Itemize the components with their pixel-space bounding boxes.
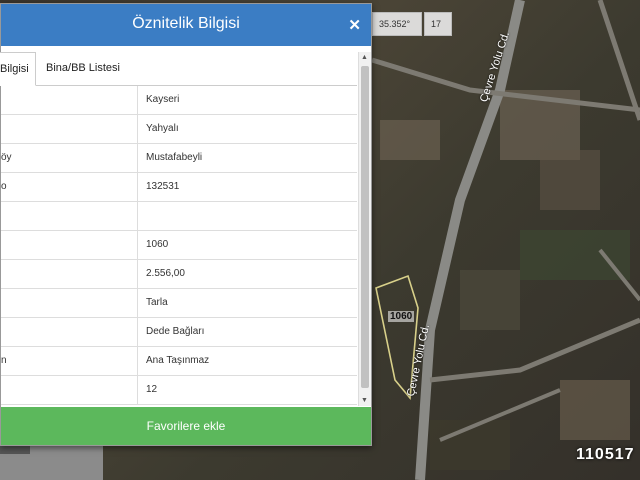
attribute-key — [1, 289, 138, 318]
attribute-key — [1, 202, 138, 231]
zoom-level: 17 — [424, 12, 452, 36]
tab-info[interactable]: Bilgisi — [0, 52, 36, 86]
close-icon[interactable]: ✕ — [348, 16, 361, 34]
attribute-value: Kayseri — [146, 94, 180, 105]
attribute-value: 132531 — [146, 181, 180, 192]
table-row: n Ana Taşınmaz — [1, 347, 357, 376]
attribute-key — [1, 115, 138, 144]
table-row: Tarla — [1, 289, 357, 318]
table-row — [1, 202, 357, 231]
attribute-table: Kayseri Yahyalı öy Mustafabeyli o 132531 1060 2… — [1, 86, 357, 406]
attribute-key — [1, 86, 138, 115]
table-row: Yahyalı — [1, 115, 357, 144]
scrollbar[interactable]: ▲ ▼ — [358, 52, 371, 406]
tab-bar: Bilgisi Bina/BB Listesi — [0, 52, 357, 86]
attribute-key — [1, 318, 138, 347]
table-row: öy Mustafabeyli — [1, 144, 357, 173]
scroll-down-icon[interactable]: ▼ — [361, 397, 368, 404]
attribute-value: Yahyalı — [146, 123, 179, 134]
table-row: Dede Bağları — [1, 318, 357, 347]
tab-building-list[interactable]: Bina/BB Listesi — [46, 52, 146, 86]
scroll-up-icon[interactable]: ▲ — [361, 54, 368, 61]
table-row: 12 — [1, 376, 357, 405]
attribute-key: öy — [1, 144, 138, 173]
scroll-thumb[interactable] — [361, 66, 369, 388]
attribute-key: n — [1, 347, 138, 376]
attribute-info-dialog: Öznitelik Bilgisi ✕ Bilgisi Bina/BB List… — [0, 3, 372, 446]
attribute-value: Tarla — [146, 297, 168, 308]
attribute-value: Ana Taşınmaz — [146, 355, 210, 366]
listing-id: 110517 — [576, 446, 635, 463]
attribute-value: Dede Bağları — [146, 326, 205, 337]
attribute-key: o — [1, 173, 138, 202]
attribute-value: 2.556,00 — [146, 268, 185, 279]
dialog-header: Öznitelik Bilgisi ✕ — [1, 4, 371, 46]
table-row: Kayseri — [1, 86, 357, 115]
attribute-key — [1, 260, 138, 289]
attribute-value: 12 — [146, 384, 158, 395]
parcel-number-label[interactable]: 1060 — [388, 311, 415, 322]
attribute-value: 1060 — [146, 239, 169, 250]
dialog-title: Öznitelik Bilgisi — [132, 15, 240, 32]
add-to-favorites-button[interactable]: Favorilere ekle — [1, 407, 371, 445]
attribute-value: Mustafabeyli — [146, 152, 203, 163]
table-row: 2.556,00 — [1, 260, 357, 289]
attribute-key — [1, 376, 138, 405]
table-row: o 132531 — [1, 173, 357, 202]
attribute-key — [1, 231, 138, 260]
attribute-value — [146, 202, 356, 231]
table-row: 1060 — [1, 231, 357, 260]
coordinate-readout: 35.352° — [372, 12, 422, 36]
